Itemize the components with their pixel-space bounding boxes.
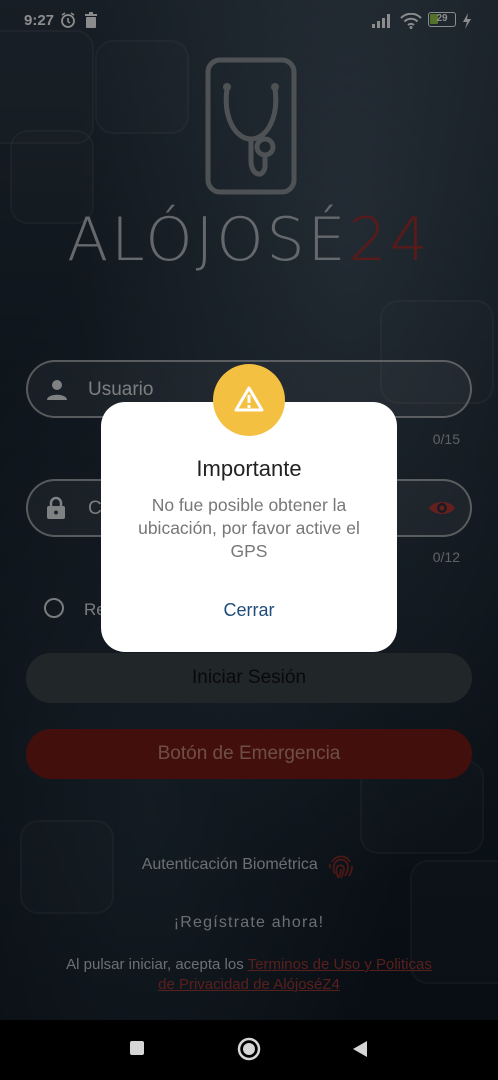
alert-dialog: Importante No fue posible obtener la ubi… — [101, 402, 397, 652]
dialog-message: No fue posible obtener la ubicación, por… — [138, 495, 360, 561]
dialog-title: Importante — [196, 456, 302, 481]
system-nav-bar — [0, 1020, 498, 1080]
dialog-close-button[interactable]: Cerrar — [199, 596, 299, 624]
warning-badge — [213, 364, 285, 436]
warning-icon — [234, 386, 264, 412]
home-icon[interactable] — [237, 1037, 261, 1061]
login-screen: 9:27 29 ALÓJOSÉ24 Usuario 0/15 0/12 Inic… — [0, 0, 498, 1080]
back-icon[interactable] — [352, 1040, 368, 1058]
recents-icon[interactable] — [129, 1040, 145, 1056]
